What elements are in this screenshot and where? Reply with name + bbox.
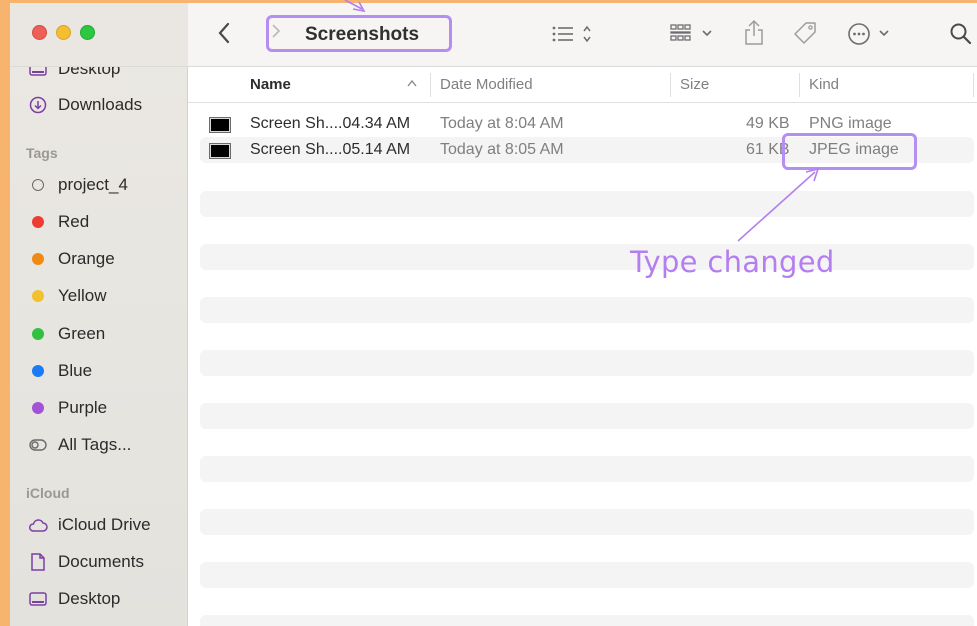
sidebar: Desktop Downloads Tags project_4 Red Ora… <box>10 3 188 626</box>
image-file-icon <box>209 117 231 133</box>
toolbar: Screenshots <box>188 3 977 67</box>
search-button[interactable] <box>946 19 976 49</box>
list-view-icon <box>552 25 591 43</box>
document-icon <box>28 552 48 572</box>
red-dot-icon <box>28 212 48 232</box>
tag-icon <box>794 22 816 44</box>
sidebar-item-label: Purple <box>58 398 108 417</box>
grid-view-icon <box>670 24 712 41</box>
tags-header: Tags <box>26 145 58 161</box>
search-icon <box>950 23 972 45</box>
group-view-button[interactable] <box>668 21 720 47</box>
file-kind: PNG image <box>809 115 892 132</box>
empty-row-stripe <box>200 509 974 535</box>
empty-row-stripe <box>200 456 974 482</box>
empty-row-stripe <box>200 403 974 429</box>
sidebar-tag-yellow[interactable]: Yellow <box>28 284 107 308</box>
file-date: Today at 8:05 AM <box>440 141 564 158</box>
column-kind[interactable]: Kind <box>809 76 839 93</box>
empty-row-stripe <box>200 615 974 626</box>
file-name: Screen Sh....04.34 AM <box>250 115 411 132</box>
yellow-dot-icon <box>28 286 48 306</box>
column-separator[interactable] <box>430 73 431 97</box>
forward-button[interactable] <box>271 23 281 44</box>
sort-ascending-icon[interactable] <box>406 75 418 91</box>
sidebar-tag-green[interactable]: Green <box>28 322 105 346</box>
empty-row-stripe <box>200 244 974 270</box>
purple-dot-icon <box>28 398 48 418</box>
window-controls-front <box>32 25 95 40</box>
chevron-right-icon <box>272 24 281 38</box>
tag-button[interactable] <box>790 19 820 49</box>
sidebar-item-label: Downloads <box>58 95 143 114</box>
sidebar-item-label: Yellow <box>58 286 107 305</box>
share-icon <box>745 19 763 45</box>
file-size: 49 KB <box>746 115 790 132</box>
list-header: Name Date Modified Size Kind <box>188 67 977 103</box>
kind-highlight <box>782 133 917 170</box>
sidebar-tag-red[interactable]: Red <box>28 210 89 234</box>
sidebar-item-label: iCloud Drive <box>58 515 151 534</box>
minimize-button[interactable] <box>56 25 71 40</box>
sidebar-all-tags[interactable]: All Tags... <box>28 433 131 457</box>
green-dot-icon <box>28 324 48 344</box>
desktop-icon <box>28 589 48 609</box>
sidebar-tag-orange[interactable]: Orange <box>28 247 115 271</box>
icloud-header: iCloud <box>26 485 70 501</box>
close-button[interactable] <box>32 25 47 40</box>
file-date: Today at 8:04 AM <box>440 115 564 132</box>
image-file-icon <box>209 143 231 159</box>
sidebar-item-label: Red <box>58 212 90 231</box>
ellipsis-circle-icon <box>848 23 889 45</box>
sidebar-item-documents[interactable]: Documents <box>28 550 144 574</box>
empty-row-stripe <box>200 191 974 217</box>
sidebar-tag-blue[interactable]: Blue <box>28 359 92 383</box>
column-date-modified[interactable]: Date Modified <box>440 76 533 93</box>
chevron-left-icon <box>218 22 230 44</box>
sidebar-item-label: Orange <box>58 249 115 268</box>
empty-row-stripe <box>200 297 974 323</box>
sidebar-item-desktop[interactable]: Desktop <box>28 587 120 611</box>
title-highlight: Screenshots <box>266 15 452 52</box>
column-size[interactable]: Size <box>680 76 709 93</box>
download-icon <box>28 95 48 115</box>
cloud-icon <box>28 515 48 535</box>
sidebar-item-label: Desktop <box>58 589 121 608</box>
list-view-button[interactable] <box>548 21 598 47</box>
orange-dot-icon <box>28 249 48 269</box>
zoom-button[interactable] <box>80 25 95 40</box>
sidebar-item-label: project_4 <box>58 175 128 194</box>
sidebar-item-downloads[interactable]: Downloads <box>28 93 142 117</box>
annotation-text: Type changed <box>630 245 835 279</box>
file-list: Screen Sh....04.34 AM Today at 8:04 AM 4… <box>188 103 977 626</box>
share-button[interactable] <box>740 17 768 49</box>
column-separator[interactable] <box>799 73 800 97</box>
sidebar-tag-project-4[interactable]: project_4 <box>28 173 128 197</box>
all-tags-icon <box>28 435 48 455</box>
sidebar-item-label: All Tags... <box>58 435 132 454</box>
sidebar-item-icloud-drive[interactable]: iCloud Drive <box>28 513 151 537</box>
sidebar-item-label: Blue <box>58 361 93 380</box>
sidebar-item-label: Documents <box>58 552 144 571</box>
column-separator[interactable] <box>973 73 974 97</box>
file-name: Screen Sh....05.14 AM <box>250 141 411 158</box>
finder-window: Desktop Downloads Tags project_4 Red Ora… <box>10 3 977 626</box>
column-separator[interactable] <box>670 73 671 97</box>
blue-dot-icon <box>28 361 48 381</box>
sidebar-item-label: Green <box>58 324 106 343</box>
back-button[interactable] <box>212 19 236 47</box>
sidebar-tag-purple[interactable]: Purple <box>28 396 107 420</box>
tag-ring-icon <box>28 175 48 195</box>
window-title: Screenshots <box>305 24 420 45</box>
sidebar-titlebar <box>10 3 188 67</box>
empty-row-stripe <box>200 350 974 376</box>
column-name[interactable]: Name <box>250 76 291 93</box>
more-actions-button[interactable] <box>846 20 896 48</box>
empty-row-stripe <box>200 562 974 588</box>
